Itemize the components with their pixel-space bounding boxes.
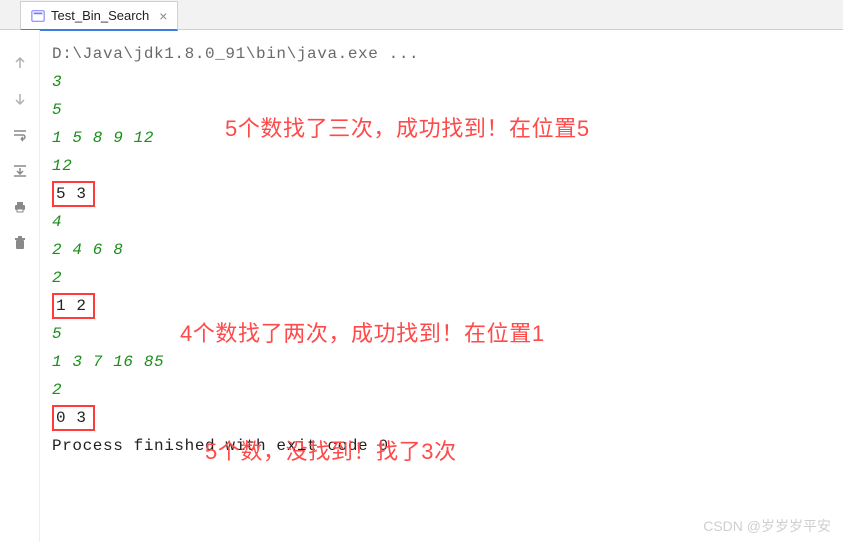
print-icon[interactable] xyxy=(11,198,29,216)
command-line: D:\Java\jdk1.8.0_91\bin\java.exe ... xyxy=(52,40,831,68)
scroll-to-end-icon[interactable] xyxy=(11,162,29,180)
run-config-icon xyxy=(31,9,45,23)
main-area: D:\Java\jdk1.8.0_91\bin\java.exe ... 3 5… xyxy=(0,30,843,542)
output-line: 12 xyxy=(52,152,831,180)
tab-title: Test_Bin_Search xyxy=(51,8,149,23)
result-line-2: 1 2 xyxy=(52,292,831,320)
output-line: 1 3 7 16 85 xyxy=(52,348,831,376)
arrow-down-icon[interactable] xyxy=(11,90,29,108)
result-box: 5 3 xyxy=(52,181,95,207)
console-gutter xyxy=(0,30,40,542)
soft-wrap-icon[interactable] xyxy=(11,126,29,144)
output-line: 2 xyxy=(52,376,831,404)
result-box: 1 2 xyxy=(52,293,95,319)
annotation-1: 5个数找了三次，成功找到！在位置5 xyxy=(225,115,590,143)
output-line: 2 4 6 8 xyxy=(52,236,831,264)
output-line: 4 xyxy=(52,208,831,236)
console-output[interactable]: D:\Java\jdk1.8.0_91\bin\java.exe ... 3 5… xyxy=(40,30,843,542)
annotation-3: 5个数，没找到！找了3次 xyxy=(205,438,457,466)
result-line-3: 0 3 xyxy=(52,404,831,432)
tab-run-config[interactable]: Test_Bin_Search × xyxy=(20,1,178,31)
output-line: 2 xyxy=(52,264,831,292)
watermark: CSDN @岁岁岁平安 xyxy=(703,516,831,536)
result-line-1: 5 3 xyxy=(52,180,831,208)
tab-bar: Test_Bin_Search × xyxy=(0,0,843,30)
output-line: 3 xyxy=(52,68,831,96)
arrow-up-icon[interactable] xyxy=(11,54,29,72)
trash-icon[interactable] xyxy=(11,234,29,252)
result-box: 0 3 xyxy=(52,405,95,431)
close-icon[interactable]: × xyxy=(159,8,167,24)
annotation-2: 4个数找了两次，成功找到！在位置1 xyxy=(180,320,545,348)
